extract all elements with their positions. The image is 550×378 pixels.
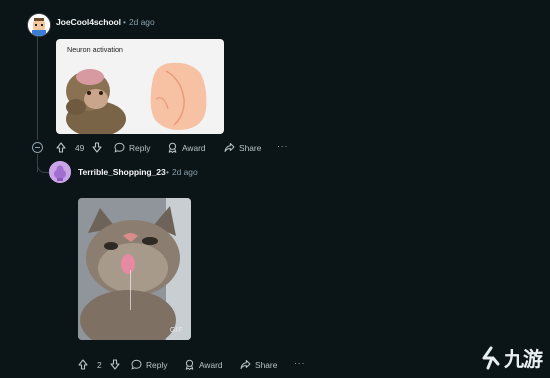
reply-button[interactable]: Reply <box>114 142 150 153</box>
more-options-button[interactable]: ··· <box>294 358 305 368</box>
comment-gif[interactable]: GIF <box>78 198 191 340</box>
share-button[interactable]: Share <box>240 359 277 370</box>
more-icon: ··· <box>294 358 306 368</box>
watermark-text: 九游 <box>504 347 543 371</box>
upvote-button[interactable] <box>78 359 88 370</box>
watermark: 九游 <box>479 343 543 372</box>
reply-label: Reply <box>129 142 151 153</box>
award-label: Award <box>199 359 223 370</box>
share-icon <box>224 143 235 152</box>
cat-illustration <box>78 198 191 340</box>
vote-controls: 49 <box>56 142 102 153</box>
upvote-button[interactable] <box>56 142 66 153</box>
reply-button[interactable]: Reply <box>131 359 167 370</box>
comment-timestamp[interactable]: 2d ago <box>172 167 198 177</box>
collapse-thread-button[interactable] <box>32 142 43 153</box>
thread-line[interactable] <box>37 36 38 140</box>
award-label: Award <box>182 142 206 153</box>
downvote-icon <box>110 359 120 370</box>
gif-badge: GIF <box>169 327 183 334</box>
meta-separator: • <box>166 167 169 177</box>
vote-count: 2 <box>97 359 102 370</box>
share-label: Share <box>255 359 278 370</box>
upvote-icon <box>78 359 88 370</box>
avatar[interactable] <box>27 13 51 37</box>
avatar[interactable] <box>49 161 71 183</box>
award-button[interactable]: Award <box>184 359 223 370</box>
reply-icon <box>114 142 125 153</box>
downvote-icon <box>92 142 102 153</box>
comment-timestamp[interactable]: 2d ago <box>129 17 155 27</box>
comment-image[interactable]: Neuron activation <box>56 39 224 134</box>
award-icon <box>185 359 194 370</box>
meta-separator: • <box>123 17 126 27</box>
share-label: Share <box>239 142 262 153</box>
vote-controls: 2 <box>78 359 120 370</box>
comment-author[interactable]: JoeCool4school <box>56 17 121 27</box>
upvote-icon <box>56 142 66 153</box>
share-icon <box>240 360 251 369</box>
monkey-illustration <box>66 62 207 134</box>
share-button[interactable]: Share <box>224 142 261 153</box>
reply-label: Reply <box>146 359 168 370</box>
reply-icon <box>131 359 142 370</box>
more-icon: ··· <box>277 141 289 151</box>
award-button[interactable]: Award <box>167 142 206 153</box>
comment-author[interactable]: Terrible_Shopping_23 <box>78 167 166 177</box>
watermark-logo-icon <box>482 346 500 369</box>
avatar-icon <box>49 161 71 183</box>
avatar-icon <box>28 14 50 36</box>
downvote-button[interactable] <box>92 142 102 153</box>
more-options-button[interactable]: ··· <box>277 141 288 151</box>
downvote-button[interactable] <box>110 359 120 370</box>
vote-count: 49 <box>75 142 85 153</box>
award-icon <box>168 142 177 153</box>
